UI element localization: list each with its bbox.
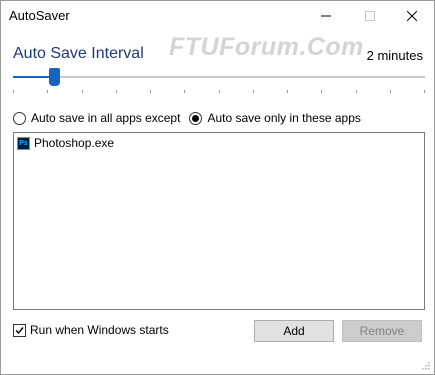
title-bar[interactable]: AutoSaver <box>1 1 434 31</box>
list-item[interactable]: Ps Photoshop.exe <box>17 136 114 150</box>
mode-radio-group: Auto save in all apps except Auto save o… <box>13 111 361 125</box>
slider-tick <box>116 90 117 93</box>
radio-only-these-apps[interactable]: Auto save only in these apps <box>189 111 361 125</box>
photoshop-icon: Ps <box>17 136 30 150</box>
slider-tick <box>356 90 357 93</box>
slider-tick <box>184 90 185 93</box>
checkbox-label: Run when Windows starts <box>30 323 169 337</box>
slider-track <box>54 76 425 78</box>
slider-tick <box>219 90 220 93</box>
slider-tick <box>47 90 48 93</box>
list-item-label: Photoshop.exe <box>34 136 115 150</box>
slider-tick <box>321 90 322 93</box>
slider-tick <box>390 90 391 93</box>
add-button[interactable]: Add <box>254 320 334 342</box>
interval-slider[interactable] <box>13 67 425 93</box>
slider-tick <box>82 90 83 93</box>
radio-button[interactable] <box>13 111 26 125</box>
watermark: FTUForum.Com <box>169 33 364 61</box>
resize-grip-icon[interactable] <box>420 360 430 370</box>
interval-value: 2 minutes <box>366 48 423 63</box>
window-title: AutoSaver <box>9 8 70 23</box>
slider-thumb[interactable] <box>49 68 60 86</box>
minimize-icon <box>321 15 331 17</box>
radio-all-apps-except[interactable]: Auto save in all apps except <box>13 111 180 125</box>
slider-tick <box>424 90 425 93</box>
slider-tick <box>150 90 151 93</box>
interval-label: Auto Save Interval <box>13 45 144 62</box>
radio-selected-dot <box>192 114 200 122</box>
close-icon <box>407 11 417 21</box>
slider-tick <box>253 90 254 93</box>
minimize-button[interactable] <box>304 1 348 31</box>
radio-button[interactable] <box>189 111 203 125</box>
checkmark-icon <box>15 326 24 334</box>
radio-label: Auto save in all apps except <box>31 111 181 125</box>
radio-label: Auto save only in these apps <box>207 111 361 125</box>
run-at-startup-checkbox[interactable]: Run when Windows starts <box>13 323 169 337</box>
maximize-icon <box>365 11 375 21</box>
apps-list[interactable]: Ps Photoshop.exe <box>13 132 425 310</box>
autosaver-window: AutoSaver FTUForum.Com Auto Save Interva… <box>0 0 435 375</box>
slider-tick <box>287 90 288 93</box>
slider-track-filled <box>13 76 54 78</box>
checkbox[interactable] <box>13 323 26 337</box>
close-button[interactable] <box>390 1 434 31</box>
slider-tick <box>13 90 14 93</box>
maximize-button <box>348 1 392 31</box>
remove-button: Remove <box>342 320 422 342</box>
